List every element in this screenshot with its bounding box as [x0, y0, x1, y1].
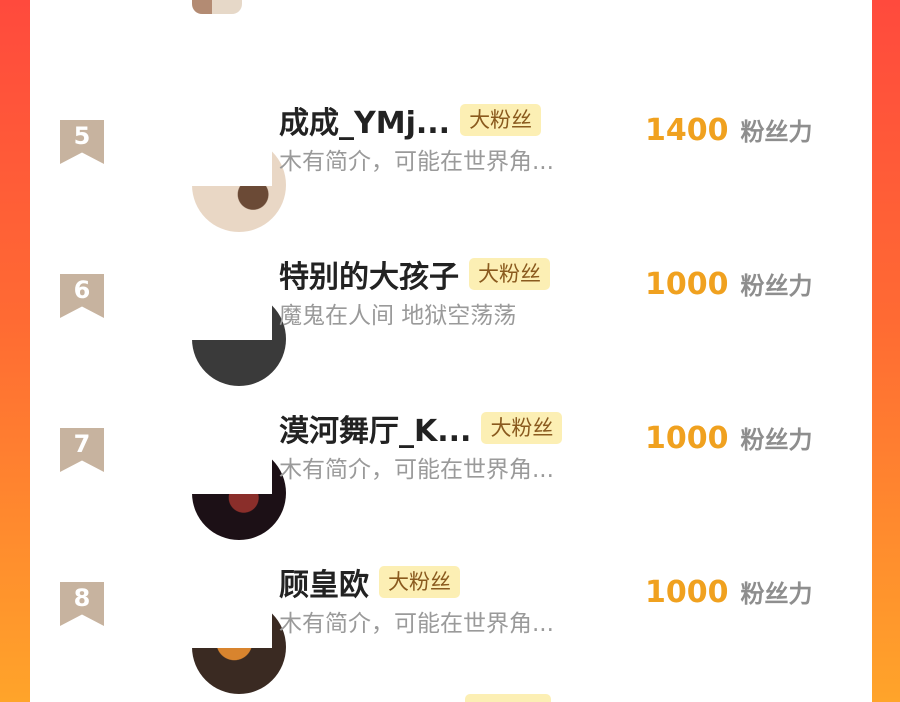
score-value: 1000 [645, 267, 729, 302]
user-name-line: 成成_YMj... 大粉丝 [279, 98, 542, 142]
rank-badge: 5 [60, 120, 104, 164]
score-value: 1000 [645, 575, 729, 610]
avatar-mask [192, 118, 272, 186]
rank-badge: 7 [60, 428, 104, 472]
user-name-line: 顾皇欧 大粉丝 [279, 560, 460, 604]
fan-level-badge: 大粉丝 [460, 104, 542, 136]
ranking-row[interactable]: 7 漠河舞厅_K... 大粉丝 木有简介，可能在世界角... 1000 粉丝力 [30, 412, 872, 540]
fan-level-badge: 大粉丝 [469, 258, 550, 290]
avatar-mask [192, 272, 272, 340]
rank-badge: 8 [60, 582, 104, 626]
user-name[interactable]: 成成_YMj... [279, 98, 450, 142]
avatar-previous-user[interactable] [192, 0, 242, 14]
score-value: 1400 [645, 113, 729, 148]
avatar-mask [192, 580, 272, 648]
ranking-row[interactable]: 8 顾皇欧 大粉丝 木有简介，可能在世界角... 1000 粉丝力 [30, 566, 872, 694]
fan-level-badge: 大粉丝 [379, 566, 460, 598]
rank-badge: 6 [60, 274, 104, 318]
avatar-mask [192, 426, 272, 494]
fan-power-score: 1000 粉丝力 [645, 574, 813, 610]
user-bio: 木有简介，可能在世界角... [279, 149, 554, 175]
user-name-line: 漠河舞厅_K... 大粉丝 [279, 406, 563, 450]
score-unit: 粉丝力 [740, 118, 813, 146]
user-bio: 木有简介，可能在世界角... [279, 611, 554, 637]
fan-ranking-panel: 5 成成_YMj... 大粉丝 木有简介，可能在世界角... 1400 粉丝力 … [30, 0, 872, 702]
fan-power-score: 1000 粉丝力 [645, 420, 813, 456]
user-name[interactable]: 漠河舞厅_K... [279, 406, 471, 450]
score-value: 1000 [645, 421, 729, 456]
ranking-row[interactable]: 5 成成_YMj... 大粉丝 木有简介，可能在世界角... 1400 粉丝力 [30, 104, 872, 232]
user-name[interactable]: 特别的大孩子 [279, 252, 459, 296]
user-name-line: 特别的大孩子 大粉丝 [279, 252, 550, 296]
score-unit: 粉丝力 [740, 272, 813, 300]
fan-level-badge-next [465, 694, 551, 702]
user-bio: 魔鬼在人间 地狱空荡荡 [279, 303, 517, 329]
user-name[interactable]: 顾皇欧 [279, 560, 369, 604]
fan-power-score: 1400 粉丝力 [645, 112, 813, 148]
fan-level-badge: 大粉丝 [481, 412, 563, 444]
user-bio: 木有简介，可能在世界角... [279, 457, 554, 483]
score-unit: 粉丝力 [740, 426, 813, 454]
fan-power-score: 1000 粉丝力 [645, 266, 813, 302]
ranking-row[interactable]: 6 特别的大孩子 大粉丝 魔鬼在人间 地狱空荡荡 1000 粉丝力 [30, 258, 872, 386]
score-unit: 粉丝力 [740, 580, 813, 608]
